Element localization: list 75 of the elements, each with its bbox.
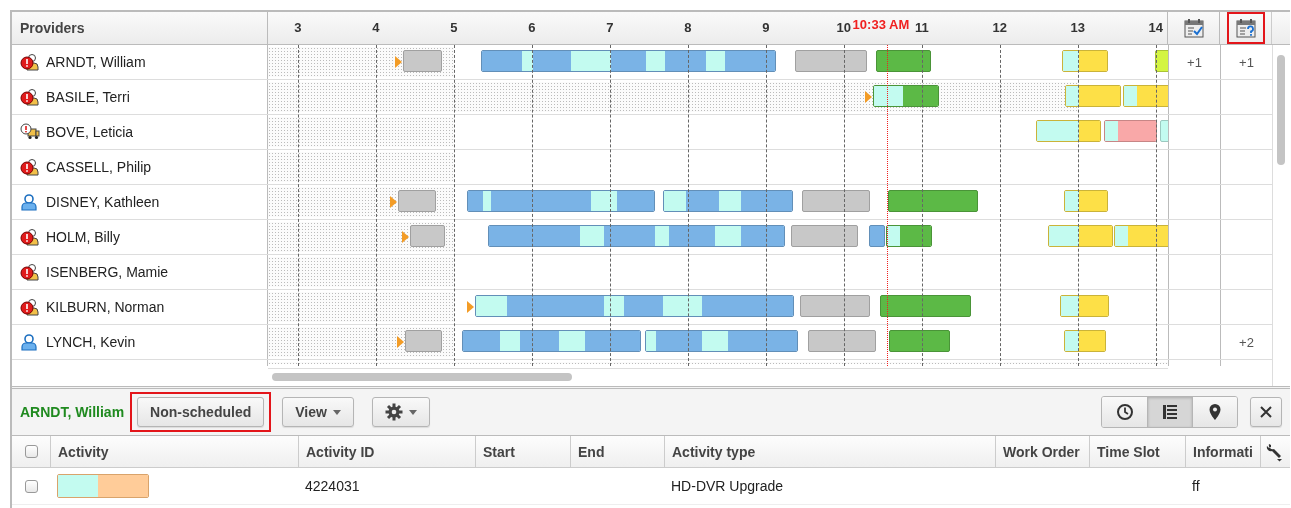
column-header[interactable]: Activity ID [298, 436, 475, 467]
count-text[interactable]: +2 [1239, 334, 1254, 350]
hour-label: 12 [992, 20, 1008, 35]
column-header[interactable]: Activity [50, 436, 298, 467]
column-header[interactable]: Work Order [995, 436, 1089, 467]
column-header[interactable]: Time Slot [1089, 436, 1185, 467]
activity-bar[interactable] [487, 225, 786, 247]
select-all-checkbox[interactable] [24, 445, 38, 458]
map-view-button[interactable] [1192, 397, 1237, 427]
view-menu-button[interactable]: View [282, 397, 354, 427]
non-scheduled-button[interactable]: Non-scheduled [137, 397, 265, 427]
provider-name[interactable]: BOVE, Leticia [46, 124, 134, 140]
provider-name[interactable]: ARNDT, William [46, 54, 146, 70]
activity-bar[interactable] [1103, 120, 1158, 142]
activity-bar[interactable] [403, 50, 443, 72]
list-view-button[interactable] [1147, 397, 1192, 427]
hour-label: 3 [294, 20, 302, 35]
calendar-question-icon[interactable] [1234, 17, 1257, 39]
activity-bar[interactable] [645, 330, 799, 352]
activity-bar[interactable] [461, 330, 642, 352]
provider-name[interactable]: DISNEY, Kathleen [46, 194, 160, 210]
activity-bar[interactable] [663, 190, 794, 212]
hour-label: 5 [450, 20, 458, 35]
column-header[interactable]: Activity type [664, 436, 995, 467]
table-cell: 4224031 [305, 478, 360, 494]
activity-bar[interactable] [807, 330, 877, 352]
hour-label: 13 [1070, 20, 1086, 35]
vertical-scrollbar[interactable] [1277, 55, 1285, 165]
gear-icon [384, 403, 403, 421]
column-header[interactable]: End [570, 436, 664, 467]
activity-bar[interactable] [868, 225, 886, 247]
column-header: Providers [12, 12, 268, 44]
provider-name[interactable]: LYNCH, Kevin [46, 334, 136, 350]
caret-icon [332, 409, 341, 415]
list-icon [1161, 403, 1179, 421]
row-checkbox[interactable] [24, 479, 38, 493]
horizontal-scrollbar[interactable] [272, 373, 572, 381]
current-time-label: 10:33 AM [852, 17, 910, 32]
settings-menu-button[interactable] [371, 397, 430, 427]
caret-icon [408, 409, 417, 415]
hour-label: 8 [684, 20, 692, 35]
column-header[interactable]: Start [475, 436, 570, 467]
provider-name[interactable]: CASSELL, Philip [46, 159, 152, 175]
provider-name[interactable]: HOLM, Billy [46, 229, 120, 245]
hour-label: 10 [836, 20, 852, 35]
close-icon [1259, 405, 1273, 419]
hour-label: 6 [528, 20, 536, 35]
activity-bar[interactable] [790, 225, 859, 247]
provider-name[interactable]: KILBURN, Norman [46, 299, 165, 315]
hour-label: 11 [914, 20, 929, 35]
activity-bar[interactable] [481, 50, 777, 72]
wrench-icon[interactable] [1266, 441, 1284, 462]
activity-bar[interactable] [474, 295, 795, 317]
provider-name[interactable]: ISENBERG, Mamie [46, 264, 169, 280]
activity-bar[interactable] [872, 85, 939, 107]
hour-label: 14 [1148, 20, 1164, 35]
activity-bar[interactable] [794, 50, 868, 72]
activity-bar[interactable] [409, 225, 445, 247]
hour-label: 4 [372, 20, 380, 35]
provider-name[interactable]: BASILE, Terri [46, 89, 130, 105]
activity-bar[interactable] [466, 190, 656, 212]
hour-label: 9 [762, 20, 770, 35]
clock-icon [1115, 403, 1134, 421]
table-cell: ff [1192, 478, 1200, 494]
time-view-button[interactable] [1102, 397, 1147, 427]
table-cell: HD-DVR Upgrade [671, 478, 784, 494]
count-text[interactable]: +1 [1239, 54, 1254, 70]
column-header[interactable]: Informati [1185, 436, 1260, 467]
count-text[interactable]: +1 [1187, 54, 1202, 70]
selected-provider-name: ARNDT, William [20, 404, 125, 420]
activity-bar[interactable] [404, 330, 443, 352]
activity-bar[interactable] [885, 225, 933, 247]
hour-label: 7 [606, 20, 614, 35]
calendar-check-icon[interactable] [1182, 17, 1205, 39]
close-button[interactable] [1250, 397, 1282, 427]
